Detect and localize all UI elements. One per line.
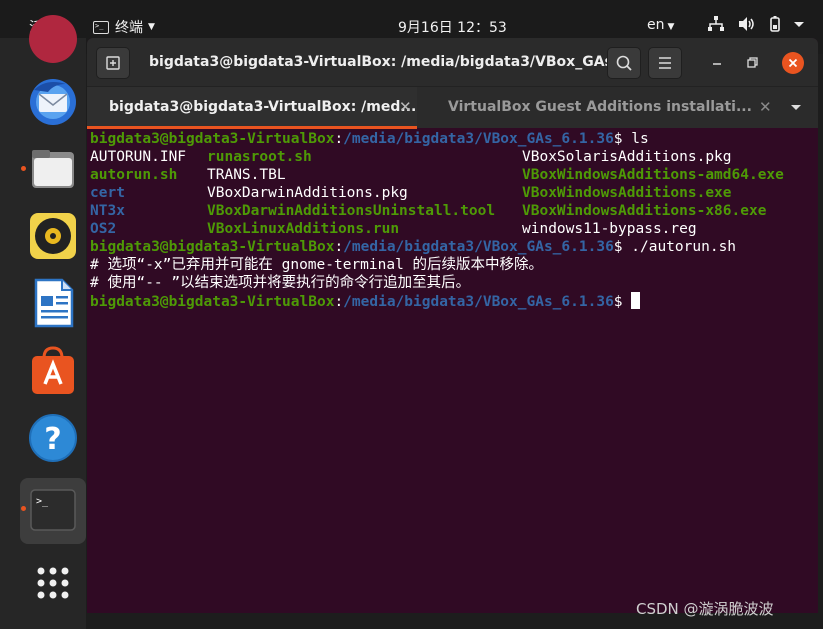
system-menu-chevron-icon[interactable] bbox=[789, 14, 809, 34]
tab-label: VirtualBox Guest Additions installati... bbox=[448, 99, 752, 115]
command-text: ls bbox=[631, 131, 649, 147]
prompt-user: bigdata3@bigdata3-VirtualBox bbox=[90, 131, 335, 147]
new-tab-button[interactable] bbox=[96, 47, 130, 79]
tab-close-icon[interactable]: ✕ bbox=[759, 98, 772, 116]
language-label: en bbox=[647, 17, 665, 33]
search-button[interactable] bbox=[607, 47, 641, 79]
rhythmbox-icon[interactable] bbox=[26, 209, 80, 263]
tab-label: bigdata3@bigdata3-VirtualBox: /med... bbox=[109, 99, 417, 115]
ls-entry: NT3x bbox=[90, 203, 125, 219]
ls-entry: VBoxWindowsAdditions-amd64.exe bbox=[522, 167, 784, 183]
hamburger-icon bbox=[659, 57, 671, 69]
hamburger-menu-button[interactable] bbox=[648, 47, 682, 79]
ls-entry: AUTORUN.INF bbox=[90, 149, 187, 165]
prompt-user: bigdata3@bigdata3-VirtualBox bbox=[90, 239, 335, 255]
thunderbird-icon[interactable] bbox=[26, 74, 80, 128]
show-applications-icon[interactable] bbox=[26, 556, 80, 610]
close-icon bbox=[788, 58, 798, 68]
output-text: # 使用“-- ”以结束选项并将要执行的命令行追加至其后。 bbox=[90, 275, 471, 291]
tab-bar: bigdata3@bigdata3-VirtualBox: /med... ✕ … bbox=[87, 86, 818, 129]
ls-entry: TRANS.TBL bbox=[207, 167, 286, 183]
libreoffice-writer-icon[interactable] bbox=[26, 276, 80, 330]
tab-terminal-2[interactable]: VirtualBox Guest Additions installati...… bbox=[417, 87, 777, 129]
window-title: bigdata3@bigdata3-VirtualBox: /media/big… bbox=[149, 54, 629, 70]
top-app-icon[interactable] bbox=[26, 12, 80, 66]
ls-row: AUTORUN.INF runasroot.sh VBoxSolarisAddi… bbox=[90, 148, 818, 166]
new-tab-icon bbox=[106, 56, 120, 70]
close-window-button[interactable] bbox=[782, 52, 804, 74]
maximize-icon[interactable] bbox=[743, 52, 763, 72]
ls-row: OS2 VBoxLinuxAdditions.run windows11-byp… bbox=[90, 220, 818, 238]
prompt-path: /media/bigdata3/VBox_GAs_6.1.36 bbox=[343, 239, 614, 255]
ls-entry: runasroot.sh bbox=[207, 149, 312, 165]
ls-row: autorun.sh TRANS.TBL VBoxWindowsAddition… bbox=[90, 166, 818, 184]
prompt-line: bigdata3@bigdata3-VirtualBox:/media/bigd… bbox=[90, 239, 737, 255]
terminal-output[interactable]: bigdata3@bigdata3-VirtualBox:/media/bigd… bbox=[90, 128, 818, 613]
network-icon[interactable] bbox=[706, 14, 726, 34]
output-text: # 选项“-x”已弃用并可能在 gnome-terminal 的后续版本中移除。 bbox=[90, 257, 544, 273]
header-bar[interactable]: bigdata3@bigdata3-VirtualBox: /media/big… bbox=[87, 38, 818, 86]
ls-row: NT3x VBoxDarwinAdditionsUninstall.tool V… bbox=[90, 202, 818, 220]
prompt-line: bigdata3@bigdata3-VirtualBox:/media/bigd… bbox=[90, 292, 818, 310]
app-menu-label: 终端 bbox=[115, 20, 143, 36]
ls-entry: windows11-bypass.reg bbox=[522, 221, 697, 237]
chevron-down-icon: ▼ bbox=[148, 22, 155, 32]
ls-row: cert VBoxDarwinAdditions.pkg VBoxWindows… bbox=[90, 184, 818, 202]
ls-entry: OS2 bbox=[90, 221, 117, 237]
prompt-line: bigdata3@bigdata3-VirtualBox:/media/bigd… bbox=[90, 131, 649, 147]
command-text: ./autorun.sh bbox=[631, 239, 737, 255]
input-language-indicator[interactable]: en ▼ bbox=[647, 17, 674, 33]
ls-entry: VBoxLinuxAdditions.run bbox=[207, 221, 400, 237]
ls-entry: VBoxSolarisAdditions.pkg bbox=[522, 149, 732, 165]
search-icon bbox=[616, 55, 632, 71]
terminal-small-icon: >_ bbox=[93, 20, 109, 34]
volume-icon[interactable] bbox=[736, 14, 756, 34]
prompt-path: /media/bigdata3/VBox_GAs_6.1.36 bbox=[343, 131, 614, 147]
battery-icon[interactable] bbox=[765, 14, 785, 34]
svg-text:?: ? bbox=[44, 422, 61, 457]
text-cursor bbox=[631, 292, 641, 309]
watermark-text: CSDN @漩涡脆波波 bbox=[636, 600, 774, 618]
chevron-down-icon: ▼ bbox=[667, 22, 675, 32]
output-line: # 使用“-- ”以结束选项并将要执行的命令行追加至其后。 bbox=[90, 274, 818, 292]
terminal-icon[interactable]: >_ bbox=[26, 484, 80, 538]
ls-entry: VBoxWindowsAdditions.exe bbox=[522, 185, 732, 201]
output-line: # 选项“-x”已弃用并可能在 gnome-terminal 的后续版本中移除。 bbox=[90, 256, 818, 274]
ls-entry: VBoxDarwinAdditions.pkg bbox=[207, 185, 408, 201]
ls-entry: autorun.sh bbox=[90, 167, 178, 183]
prompt-path: /media/bigdata3/VBox_GAs_6.1.36 bbox=[343, 294, 614, 310]
ubuntu-software-icon[interactable] bbox=[26, 344, 80, 398]
ls-entry: VBoxDarwinAdditionsUninstall.tool bbox=[207, 203, 496, 219]
tab-list-chevron-icon[interactable] bbox=[789, 101, 803, 115]
minimize-icon[interactable] bbox=[707, 52, 727, 72]
svg-text:>_: >_ bbox=[36, 496, 49, 507]
help-icon[interactable]: ? bbox=[26, 411, 80, 465]
prompt-user: bigdata3@bigdata3-VirtualBox bbox=[90, 294, 335, 310]
ls-entry: cert bbox=[90, 185, 125, 201]
files-icon[interactable] bbox=[26, 142, 80, 196]
ls-entry: VBoxWindowsAdditions-x86.exe bbox=[522, 203, 767, 219]
app-menu-terminal[interactable]: >_ 终端 ▼ bbox=[93, 17, 155, 37]
dock: ? >_ bbox=[0, 15, 86, 629]
terminal-window[interactable]: bigdata3@bigdata3-VirtualBox: /media/big… bbox=[87, 38, 818, 613]
clock[interactable]: 9月16日 12：53 bbox=[398, 17, 507, 37]
tab-terminal-1[interactable]: bigdata3@bigdata3-VirtualBox: /med... ✕ bbox=[87, 87, 417, 129]
tab-close-icon[interactable]: ✕ bbox=[399, 98, 412, 116]
